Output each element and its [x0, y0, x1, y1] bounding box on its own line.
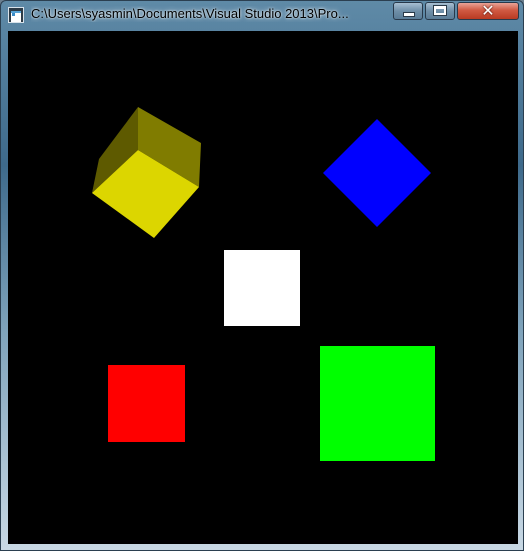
- white-square: [224, 250, 300, 326]
- close-icon: ✕: [481, 1, 495, 20]
- minimize-icon: [403, 12, 415, 17]
- app-icon-dot: [12, 13, 15, 16]
- green-square: [320, 346, 435, 461]
- maximize-icon: [433, 5, 447, 16]
- scene-drawing: [92, 107, 435, 461]
- title-bar[interactable]: C:\Users\syasmin\Documents\Visual Studio…: [1, 1, 523, 30]
- application-window: C:\Users\syasmin\Documents\Visual Studio…: [0, 0, 524, 551]
- yellow-cube: [92, 107, 201, 238]
- red-square: [108, 365, 185, 442]
- maximize-button[interactable]: [425, 2, 455, 20]
- blue-diamond: [323, 119, 431, 227]
- render-canvas[interactable]: [8, 31, 518, 544]
- minimize-button[interactable]: [393, 2, 423, 20]
- close-button[interactable]: ✕: [457, 1, 519, 20]
- window-title: C:\Users\syasmin\Documents\Visual Studio…: [31, 6, 349, 21]
- app-icon[interactable]: [8, 7, 24, 23]
